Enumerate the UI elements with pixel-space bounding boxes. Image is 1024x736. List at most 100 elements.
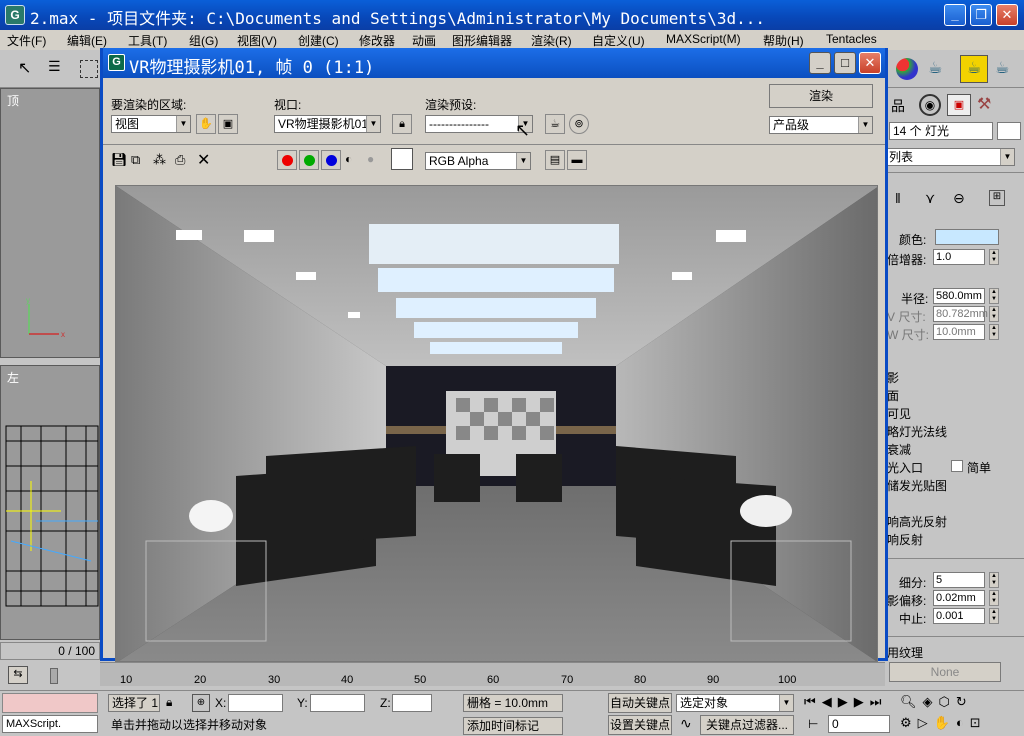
- viewport-top[interactable]: 顶 y x: [0, 88, 100, 358]
- simple-checkbox[interactable]: [951, 460, 963, 472]
- current-frame-field[interactable]: 0: [828, 715, 890, 733]
- key-mode-icon[interactable]: ∿: [680, 715, 692, 732]
- menu-views[interactable]: 视图(V): [237, 32, 277, 49]
- area-to-render-dropdown[interactable]: 视图 ▼: [111, 115, 191, 133]
- menu-tools[interactable]: 工具(T): [128, 32, 167, 49]
- menu-customize[interactable]: 自定义(U): [592, 32, 645, 49]
- menu-create[interactable]: 创建(C): [298, 32, 339, 49]
- select-arrow-icon[interactable]: ↖: [18, 58, 36, 80]
- option-skylight-portal[interactable]: 光入口: [887, 459, 923, 476]
- multiplier-spinner-arrows[interactable]: ▲ ▼: [989, 249, 999, 265]
- auto-region-icon[interactable]: ▣: [218, 114, 238, 134]
- object-color-swatch[interactable]: [997, 122, 1021, 140]
- menu-help[interactable]: 帮助(H): [763, 32, 804, 49]
- show-end-result-icon[interactable]: ⋎: [925, 190, 935, 207]
- frame-counter[interactable]: 0 / 100: [0, 642, 100, 660]
- subdivs-spinner-arrows[interactable]: ▲ ▼: [989, 572, 999, 588]
- 3dsmax-app-icon[interactable]: G: [5, 5, 25, 25]
- viewport-top-label[interactable]: 顶: [7, 92, 19, 109]
- select-by-name-icon[interactable]: ☰: [48, 58, 68, 80]
- render-quality-dropdown[interactable]: 产品级 ▼: [769, 116, 873, 134]
- environment-icon[interactable]: ⊚: [569, 114, 589, 134]
- vfb-maximize-button[interactable]: □: [834, 52, 856, 74]
- render-setup-icon[interactable]: ☕: [545, 114, 565, 134]
- blue-channel-toggle[interactable]: [321, 150, 341, 170]
- print-icon[interactable]: ⎙: [175, 152, 185, 168]
- viewport-nav-controls[interactable]: 🔍︎◈⬡↻: [900, 694, 973, 710]
- lock-viewport-icon[interactable]: 🔒︎: [392, 114, 412, 134]
- red-channel-toggle[interactable]: [277, 150, 297, 170]
- subdivs-spinner[interactable]: 5: [933, 572, 985, 588]
- texture-map-button[interactable]: None: [889, 662, 1001, 682]
- z-coordinate-field[interactable]: [392, 694, 432, 712]
- make-unique-icon[interactable]: ⊖: [953, 190, 965, 207]
- key-filters-button[interactable]: 关键点过滤器...: [700, 715, 794, 735]
- auto-key-button[interactable]: 自动关键点: [608, 693, 672, 713]
- edit-region-icon[interactable]: ✋: [196, 114, 216, 134]
- display-channel-dropdown[interactable]: RGB Alpha ▼: [425, 152, 531, 170]
- option-no-decay[interactable]: 衰减: [887, 441, 911, 458]
- configure-modifier-sets-icon[interactable]: ⊞: [989, 190, 1005, 206]
- w-size-spinner[interactable]: 10.0mm: [933, 324, 985, 340]
- option-invisible[interactable]: 可见: [887, 405, 911, 422]
- restore-button[interactable]: ❐: [970, 4, 992, 26]
- maxscript-listener[interactable]: MAXScript.: [2, 715, 98, 733]
- minimize-button[interactable]: _: [944, 4, 966, 26]
- key-selection-dropdown[interactable]: 选定对象 ▼: [676, 694, 794, 712]
- quick-render-teapot-icon[interactable]: ☕: [995, 58, 1019, 80]
- material-editor-icon[interactable]: [896, 58, 918, 80]
- vfb-close-button[interactable]: ✕: [859, 52, 881, 74]
- light-color-swatch[interactable]: [935, 229, 999, 245]
- cutoff-spinner-arrows[interactable]: ▲ ▼: [989, 608, 999, 624]
- clear-icon[interactable]: ✕: [197, 150, 210, 170]
- multiplier-spinner[interactable]: 1.0: [933, 249, 985, 265]
- menu-animation[interactable]: 动画: [412, 32, 436, 49]
- y-coordinate-field[interactable]: [310, 694, 365, 712]
- menu-rendering[interactable]: 渲染(R): [531, 32, 572, 49]
- option-store-irradiance[interactable]: 储发光贴图: [887, 477, 947, 494]
- playback-controls[interactable]: ⏮◀▶▶⏭: [804, 694, 887, 710]
- object-name-field[interactable]: 14 个 灯光: [889, 122, 993, 140]
- v-size-spinner[interactable]: 80.782mm: [933, 306, 988, 322]
- cutoff-spinner[interactable]: 0.001: [933, 608, 985, 624]
- menu-graph-editors[interactable]: 图形编辑器: [452, 32, 512, 49]
- menu-modifiers[interactable]: 修改器: [359, 32, 395, 49]
- option-cast-shadows[interactable]: 影: [887, 369, 899, 386]
- monochrome-icon[interactable]: ●: [367, 152, 374, 166]
- motion-icon[interactable]: ◉: [919, 94, 941, 116]
- vfb-minimize-button[interactable]: _: [809, 52, 831, 74]
- menu-file[interactable]: 文件(F): [7, 32, 46, 49]
- option-double-sided[interactable]: 面: [887, 387, 899, 404]
- render-button[interactable]: 渲染: [769, 84, 873, 108]
- green-channel-toggle[interactable]: [299, 150, 319, 170]
- mini-curve-editor-icon[interactable]: ⇆: [8, 666, 28, 684]
- radius-spinner[interactable]: 580.0mm: [933, 288, 985, 304]
- option-ignore-light-normals[interactable]: 略灯光法线: [887, 423, 947, 440]
- close-button[interactable]: ✕: [996, 4, 1018, 26]
- menu-tentacles[interactable]: Tentacles: [826, 32, 877, 46]
- option-affect-reflections[interactable]: 响反射: [887, 531, 923, 548]
- option-affect-specular[interactable]: 响高光反射: [887, 513, 947, 530]
- render-setup-teapot-icon[interactable]: ☕: [928, 58, 952, 80]
- w-size-spinner-arrows[interactable]: ▲ ▼: [989, 324, 999, 340]
- viewport-left[interactable]: 左: [0, 365, 100, 640]
- hierarchy-icon[interactable]: 品: [891, 96, 911, 116]
- menu-maxscript[interactable]: MAXScript(M): [666, 32, 741, 46]
- pin-stack-icon[interactable]: ‖: [895, 190, 901, 206]
- clone-frame-icon[interactable]: ⧉: [131, 152, 140, 168]
- display-mode-2-icon[interactable]: ▬: [567, 150, 587, 170]
- display-icon[interactable]: ▣: [947, 94, 971, 116]
- v-size-spinner-arrows[interactable]: ▲ ▼: [989, 306, 999, 322]
- object-type-dropdown[interactable]: 列表 ▼: [885, 148, 1015, 166]
- display-mode-icon[interactable]: ▤: [545, 150, 565, 170]
- shadow-bias-spinner-arrows[interactable]: ▲ ▼: [989, 590, 999, 606]
- set-key-button[interactable]: 设置关键点: [608, 715, 672, 735]
- save-image-icon[interactable]: 💾︎: [111, 152, 128, 168]
- viewport-nav-controls-2[interactable]: ⚙▷✋◐⊡: [900, 715, 987, 731]
- channels-icon[interactable]: ⁂: [153, 152, 166, 168]
- menu-group[interactable]: 组(G): [189, 32, 218, 49]
- x-coordinate-field[interactable]: [228, 694, 283, 712]
- radius-spinner-arrows[interactable]: ▲ ▼: [989, 288, 999, 304]
- add-time-tag[interactable]: 添加时间标记: [463, 717, 563, 735]
- rendered-frame-window-icon[interactable]: ☕: [960, 55, 988, 83]
